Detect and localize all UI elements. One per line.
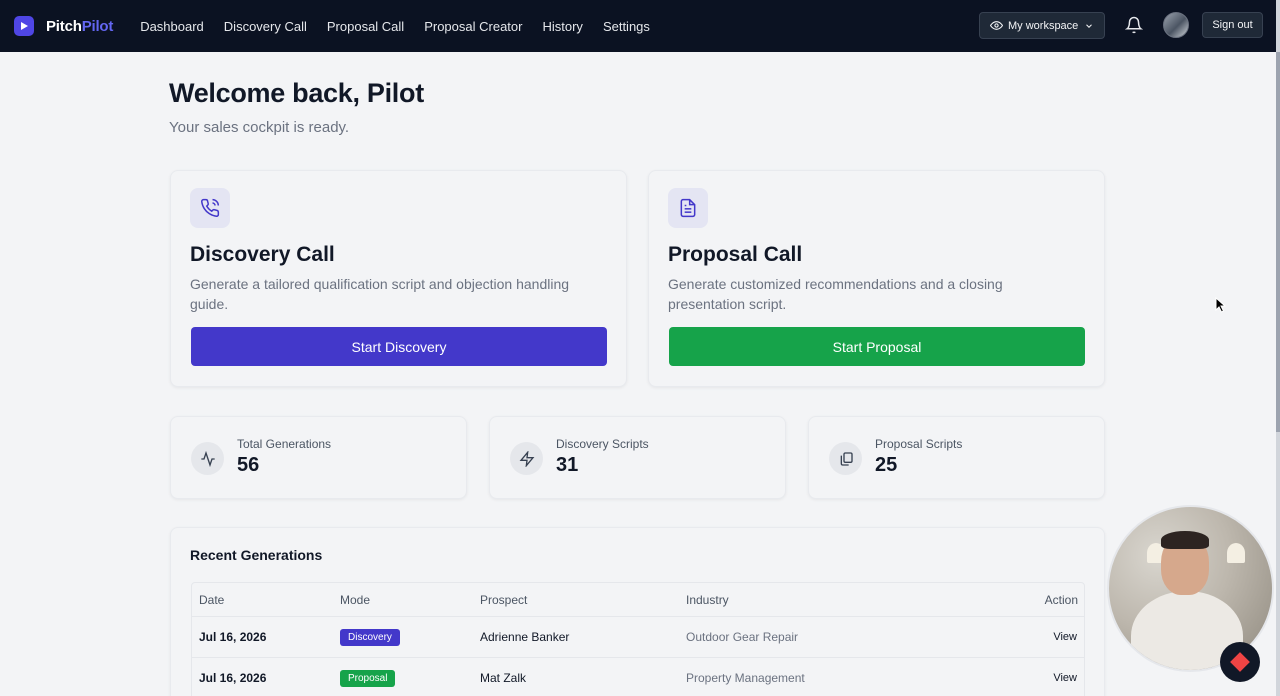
copy-icon	[829, 442, 862, 475]
user-avatar[interactable]	[1163, 12, 1189, 38]
row-prospect: Mat Zalk	[480, 671, 527, 685]
page-subtitle: Your sales cockpit is ready.	[169, 119, 350, 136]
column-header-action: Action	[1044, 592, 1078, 607]
nav-dashboard[interactable]: Dashboard	[140, 19, 204, 34]
row-date: Jul 16, 2026	[199, 671, 267, 685]
nav-settings[interactable]: Settings	[603, 19, 650, 34]
discovery-call-card: Discovery Call Generate a tailored quali…	[170, 170, 627, 387]
nav-history[interactable]: History	[542, 19, 582, 34]
column-header-date[interactable]: Date	[199, 593, 224, 607]
bell-icon[interactable]	[1125, 16, 1143, 34]
table-row[interactable]: Jul 16, 2026 Discovery Adrienne Banker O…	[192, 617, 1084, 658]
activity-icon	[191, 442, 224, 475]
eye-icon	[990, 21, 1003, 30]
nav-proposal-call[interactable]: Proposal Call	[327, 19, 404, 34]
row-date: Jul 16, 2026	[199, 630, 267, 644]
proposal-call-card: Proposal Call Generate customized recomm…	[648, 170, 1105, 387]
stat-proposal-scripts: Proposal Scripts 25	[808, 416, 1105, 499]
phone-icon	[190, 188, 230, 228]
recent-generations-panel: Recent Generations Date Mode Prospect In…	[170, 527, 1105, 696]
start-proposal-button[interactable]: Start Proposal	[669, 327, 1085, 366]
discovery-card-description: Generate a tailored qualification script…	[190, 276, 570, 312]
stat-value: 56	[237, 454, 260, 476]
view-button[interactable]: View	[1053, 631, 1077, 643]
nav-proposal-creator[interactable]: Proposal Creator	[424, 19, 522, 34]
mouse-cursor-icon	[1215, 297, 1227, 313]
workspace-selector[interactable]: My workspace	[979, 12, 1105, 39]
bolt-icon	[510, 442, 543, 475]
person-hair	[1161, 531, 1209, 549]
stat-discovery-scripts: Discovery Scripts 31	[489, 416, 786, 499]
row-prospect: Adrienne Banker	[480, 630, 570, 644]
stat-label: Proposal Scripts	[875, 437, 963, 451]
row-industry: Property Management	[686, 671, 805, 685]
proposal-card-description: Generate customized recommendations and …	[668, 276, 1003, 312]
chevron-down-icon	[1086, 23, 1093, 28]
stat-value: 25	[875, 454, 898, 476]
view-button[interactable]: View	[1053, 672, 1077, 684]
mode-badge: Proposal	[340, 669, 396, 687]
play-logo-icon	[14, 16, 34, 36]
scrollbar[interactable]	[1276, 0, 1280, 696]
table-row[interactable]: Jul 16, 2026 Proposal Mat Zalk Property …	[192, 658, 1084, 696]
proposal-card-title: Proposal Call	[668, 243, 803, 266]
scrollbar-thumb[interactable]	[1276, 52, 1280, 432]
brand-name: PitchPilot	[46, 17, 114, 35]
recent-generations-table: Date Mode Prospect Industry Action Jul 1…	[191, 582, 1085, 696]
row-industry: Outdoor Gear Repair	[686, 630, 799, 644]
table-header: Date Mode Prospect Industry Action	[192, 583, 1084, 617]
lamp-shape	[1227, 543, 1245, 563]
workspace-label: My workspace	[1008, 19, 1079, 32]
sign-out-button[interactable]: Sign out	[1202, 12, 1263, 38]
stat-label: Total Generations	[237, 437, 332, 451]
page-title: Welcome back, Pilot	[169, 78, 424, 108]
stat-total-generations: Total Generations 56	[170, 416, 467, 499]
main-nav: Dashboard Discovery Call Proposal Call P…	[140, 19, 670, 34]
column-header-industry[interactable]: Industry	[686, 593, 729, 607]
stat-label: Discovery Scripts	[556, 437, 649, 451]
recorder-logo-icon[interactable]	[1220, 642, 1260, 682]
mode-badge: Discovery	[340, 628, 400, 646]
nav-discovery-call[interactable]: Discovery Call	[224, 19, 307, 34]
discovery-card-title: Discovery Call	[190, 243, 335, 266]
brand[interactable]: PitchPilot	[14, 16, 113, 36]
document-icon	[668, 188, 708, 228]
stat-value: 31	[556, 454, 579, 476]
column-header-prospect[interactable]: Prospect	[480, 593, 527, 607]
column-header-mode[interactable]: Mode	[340, 593, 370, 607]
recent-generations-title: Recent Generations	[190, 547, 323, 563]
start-discovery-button[interactable]: Start Discovery	[191, 327, 607, 366]
